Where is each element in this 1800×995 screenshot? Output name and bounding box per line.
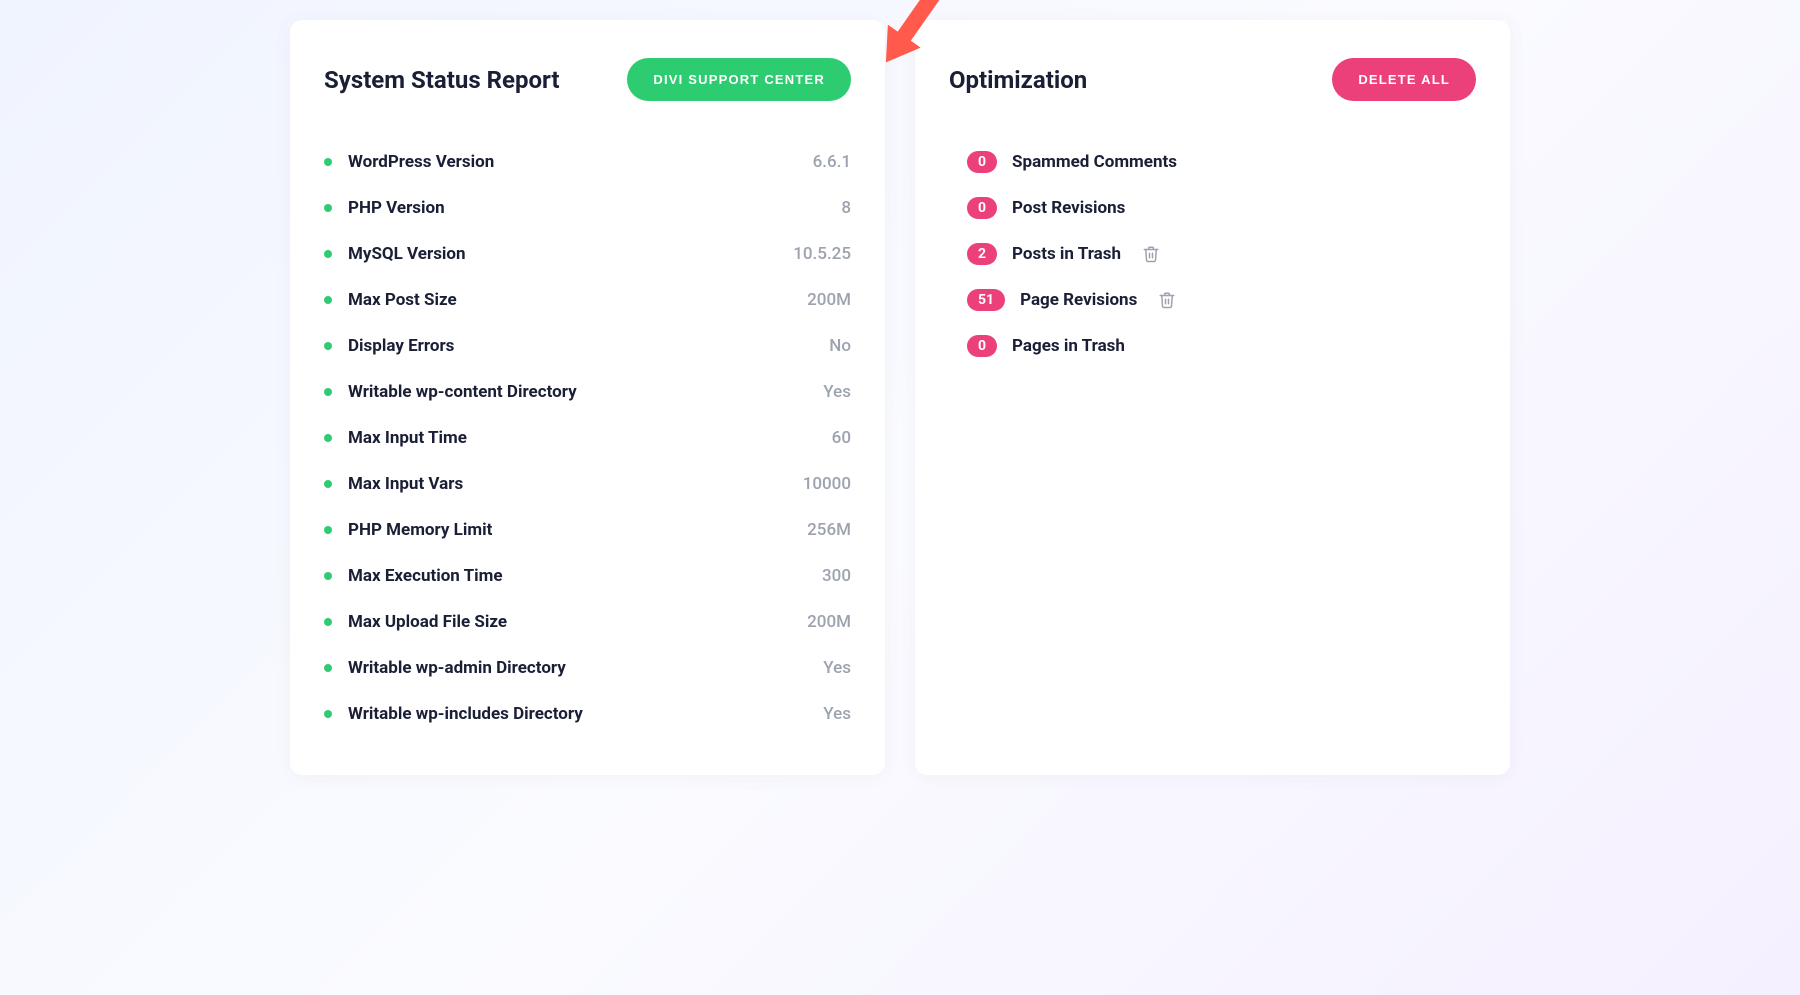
status-row: Writable wp-admin Directory Yes xyxy=(324,645,851,691)
status-row: Max Post Size 200M xyxy=(324,277,851,323)
status-row-left: WordPress Version xyxy=(324,152,494,172)
status-row: Writable wp-content Directory Yes xyxy=(324,369,851,415)
status-row: PHP Version 8 xyxy=(324,185,851,231)
status-card: System Status Report Divi Support Center… xyxy=(290,20,885,775)
status-value: 8 xyxy=(841,198,851,218)
status-value: No xyxy=(829,336,851,356)
trash-icon[interactable] xyxy=(1158,291,1176,309)
status-value: Yes xyxy=(823,658,851,678)
status-value: Yes xyxy=(823,704,851,724)
status-label: PHP Memory Limit xyxy=(348,520,492,540)
status-label: MySQL Version xyxy=(348,244,466,264)
status-label: Display Errors xyxy=(348,336,454,356)
status-row: PHP Memory Limit 256M xyxy=(324,507,851,553)
status-row-left: Max Input Vars xyxy=(324,474,463,494)
optimization-row: 0 Post Revisions xyxy=(967,185,1476,231)
status-label: Writable wp-content Directory xyxy=(348,382,577,402)
status-row-left: Max Execution Time xyxy=(324,566,503,586)
status-value: 200M xyxy=(807,290,851,310)
status-dot-icon xyxy=(324,526,332,534)
status-dot-icon xyxy=(324,618,332,626)
status-row: Max Upload File Size 200M xyxy=(324,599,851,645)
status-dot-icon xyxy=(324,204,332,212)
optimization-row: 2 Posts in Trash xyxy=(967,231,1476,277)
status-row-left: PHP Memory Limit xyxy=(324,520,492,540)
status-list: WordPress Version 6.6.1 PHP Version 8 MySQL … xyxy=(324,139,851,737)
status-dot-icon xyxy=(324,572,332,580)
status-label: Max Execution Time xyxy=(348,566,503,586)
status-title: System Status Report xyxy=(324,66,560,94)
status-dot-icon xyxy=(324,664,332,672)
status-row: Max Input Vars 10000 xyxy=(324,461,851,507)
status-row: Writable wp-includes Directory Yes xyxy=(324,691,851,737)
status-label: Max Input Time xyxy=(348,428,467,448)
status-value: 6.6.1 xyxy=(813,152,851,172)
count-badge: 0 xyxy=(967,335,997,357)
optimization-label: Posts in Trash xyxy=(1012,244,1121,264)
status-dot-icon xyxy=(324,250,332,258)
trash-icon[interactable] xyxy=(1142,245,1160,263)
support-center-button[interactable]: Divi Support Center xyxy=(627,58,851,101)
optimization-row: 51 Page Revisions xyxy=(967,277,1476,323)
status-dot-icon xyxy=(324,434,332,442)
count-badge: 51 xyxy=(967,289,1005,311)
status-label: Max Post Size xyxy=(348,290,457,310)
status-value: 10.5.25 xyxy=(793,244,851,264)
optimization-card: Optimization Delete All 0 Spammed Comment… xyxy=(915,20,1510,775)
optimization-label: Spammed Comments xyxy=(1012,152,1177,172)
main-container: System Status Report Divi Support Center… xyxy=(290,20,1510,775)
status-row-left: Writable wp-content Directory xyxy=(324,382,577,402)
status-dot-icon xyxy=(324,710,332,718)
status-row-left: Max Input Time xyxy=(324,428,467,448)
status-row-left: Writable wp-includes Directory xyxy=(324,704,583,724)
status-dot-icon xyxy=(324,296,332,304)
status-row: MySQL Version 10.5.25 xyxy=(324,231,851,277)
status-row-left: Writable wp-admin Directory xyxy=(324,658,566,678)
status-label: Writable wp-admin Directory xyxy=(348,658,566,678)
status-value: 60 xyxy=(832,428,851,448)
status-value: 10000 xyxy=(803,474,851,494)
status-value: Yes xyxy=(823,382,851,402)
status-row-left: Max Post Size xyxy=(324,290,457,310)
status-card-header: System Status Report Divi Support Center xyxy=(324,58,851,101)
count-badge: 0 xyxy=(967,151,997,173)
status-row: WordPress Version 6.6.1 xyxy=(324,139,851,185)
status-row-left: Max Upload File Size xyxy=(324,612,507,632)
status-dot-icon xyxy=(324,480,332,488)
optimization-label: Page Revisions xyxy=(1020,290,1137,310)
status-row: Max Input Time 60 xyxy=(324,415,851,461)
optimization-title: Optimization xyxy=(949,66,1087,94)
optimization-row: 0 Pages in Trash xyxy=(967,323,1476,369)
count-badge: 2 xyxy=(967,243,997,265)
status-dot-icon xyxy=(324,388,332,396)
status-row-left: PHP Version xyxy=(324,198,445,218)
optimization-row: 0 Spammed Comments xyxy=(967,139,1476,185)
status-row-left: MySQL Version xyxy=(324,244,466,264)
optimization-list: 0 Spammed Comments 0 Post Revisions 2 Posts i… xyxy=(949,139,1476,369)
status-row-left: Display Errors xyxy=(324,336,454,356)
delete-all-button[interactable]: Delete All xyxy=(1332,58,1476,101)
count-badge: 0 xyxy=(967,197,997,219)
status-label: Writable wp-includes Directory xyxy=(348,704,583,724)
status-value: 300 xyxy=(822,566,851,586)
status-row: Max Execution Time 300 xyxy=(324,553,851,599)
status-dot-icon xyxy=(324,158,332,166)
status-label: Max Upload File Size xyxy=(348,612,507,632)
status-value: 256M xyxy=(807,520,851,540)
optimization-label: Pages in Trash xyxy=(1012,336,1125,356)
status-dot-icon xyxy=(324,342,332,350)
status-row: Display Errors No xyxy=(324,323,851,369)
status-value: 200M xyxy=(807,612,851,632)
status-label: PHP Version xyxy=(348,198,445,218)
status-label: Max Input Vars xyxy=(348,474,463,494)
optimization-label: Post Revisions xyxy=(1012,198,1125,218)
optimization-card-header: Optimization Delete All xyxy=(949,58,1476,101)
status-label: WordPress Version xyxy=(348,152,494,172)
